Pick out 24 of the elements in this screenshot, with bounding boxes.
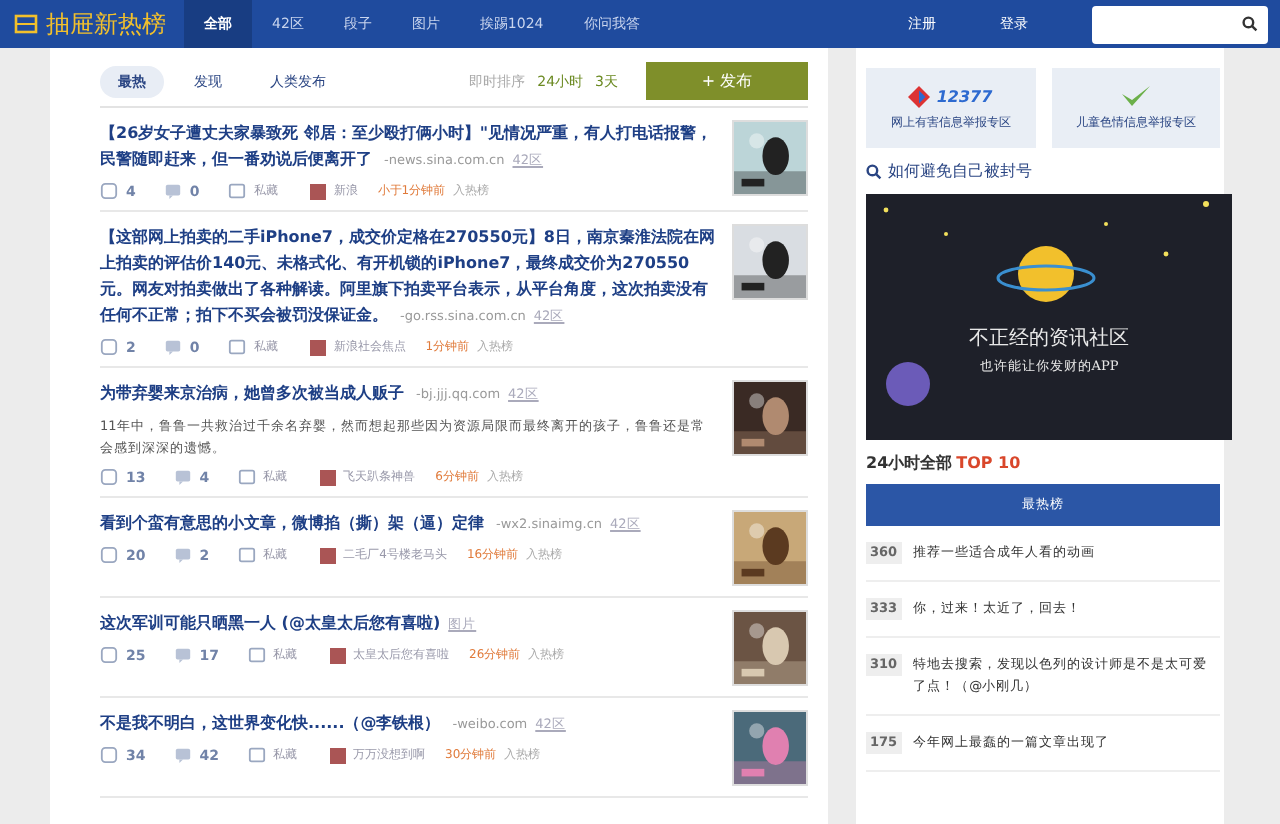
comment-icon <box>163 182 182 200</box>
help-link[interactable]: 如何避免自己被封号 <box>866 160 1220 182</box>
banner-headline: 不正经的资讯社区 <box>969 325 1129 352</box>
comment-icon <box>173 546 192 564</box>
publish-button[interactable]: + 发布 <box>646 62 808 100</box>
bookmark-icon <box>247 646 265 664</box>
comment-icon <box>163 338 182 356</box>
comment-icon <box>173 646 192 664</box>
top-heading: 24小时全部 TOP 10 <box>866 452 1023 474</box>
bookmark-icon <box>227 182 246 200</box>
drawer-icon <box>14 14 38 34</box>
comment-icon <box>173 468 192 486</box>
check-icon <box>1119 84 1152 108</box>
bookmark-icon <box>237 468 256 486</box>
planet-icon <box>882 358 934 410</box>
search-icon <box>1242 16 1258 32</box>
bookmark-icon <box>227 338 246 356</box>
search-field[interactable] <box>1092 5 1268 43</box>
search-icon <box>866 163 882 179</box>
comment-icon <box>173 746 192 764</box>
bookmark-icon <box>237 546 256 564</box>
brand-logo[interactable]: 抽屉新热榜 <box>0 7 184 41</box>
bookmark-icon <box>247 746 265 764</box>
report-logo: 12377 <box>908 85 993 107</box>
